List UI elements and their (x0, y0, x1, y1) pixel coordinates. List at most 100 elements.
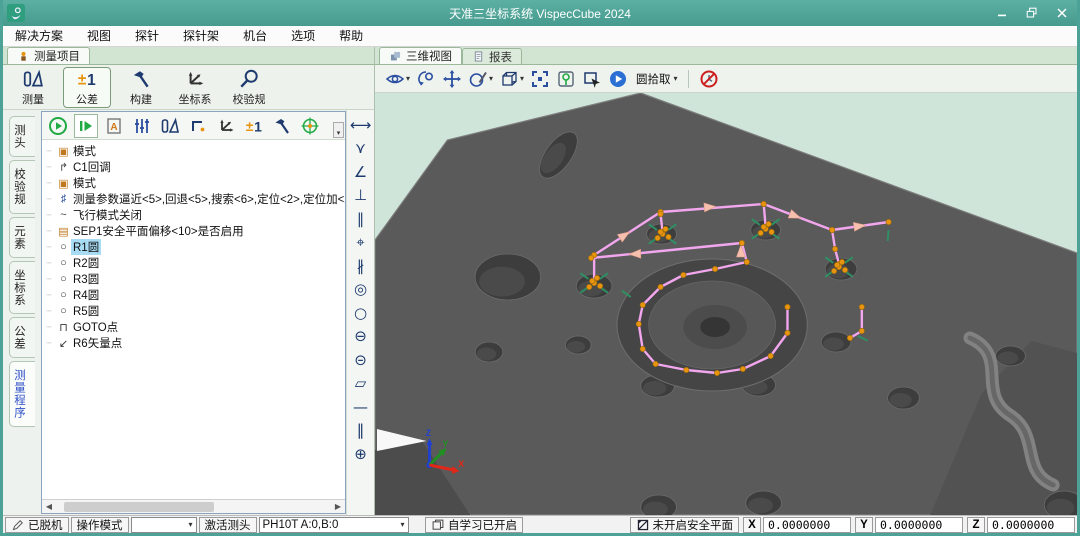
menu-item-4[interactable]: 机台 (231, 26, 279, 47)
fit-view-button[interactable] (528, 67, 552, 91)
view-toolbar: ▾▾▾圆拾取▾ (375, 65, 1077, 93)
menu-item-6[interactable]: 帮助 (327, 26, 375, 47)
gdt-parallelism-button[interactable]: ∥ (350, 207, 372, 231)
tree-item-9[interactable]: ┄○R4圆 (46, 287, 345, 303)
viewport-3d[interactable]: ZYX (375, 93, 1077, 515)
scroll-left-arrow[interactable]: ◀ (42, 500, 56, 513)
chevron-down-icon: ▾ (520, 74, 524, 83)
ribbon-gauge-button[interactable]: 校验规 (225, 67, 273, 108)
ribbon-measure-button[interactable]: 测量 (9, 67, 57, 108)
axis-label-Z: Z (967, 517, 985, 533)
gdt-position-button[interactable]: ⌖ (350, 231, 372, 255)
tree-tool-probe-target-button[interactable] (298, 114, 322, 138)
svg-text:±: ± (246, 118, 254, 134)
tree-item-2[interactable]: ┄▣模式 (46, 175, 345, 191)
tree-item-3[interactable]: ┄♯测量参数逼近<5>,回退<5>,搜索<6>,定位<2>,定位加<2>,测量 (46, 191, 345, 207)
pan-view-icon (582, 69, 602, 89)
tree-item-1[interactable]: ┄↱C1回调 (46, 159, 345, 175)
minimize-button[interactable] (987, 2, 1017, 24)
menu-item-5[interactable]: 选项 (279, 26, 327, 47)
gdt-runout-button[interactable]: ⊝ (350, 348, 372, 372)
gdt-angularity-button[interactable]: ∦ (350, 254, 372, 278)
gdt-flatness-button[interactable]: ▱ (350, 372, 372, 396)
move-cross-button[interactable] (440, 67, 464, 91)
view-tab-0[interactable]: 三维视图 (379, 47, 462, 64)
svg-text:Y: Y (442, 439, 448, 449)
gdt-angle-button[interactable]: ∠ (350, 160, 372, 184)
scrollbar-thumb[interactable] (64, 502, 214, 512)
menu-item-2[interactable]: 探针 (123, 26, 171, 47)
tree-item-8[interactable]: ┄○R3圆 (46, 271, 345, 287)
ribbon-coordsys-button[interactable]: 坐标系 (171, 67, 219, 108)
tab-measure-items[interactable]: 测量项目 (7, 47, 90, 64)
gdt-straightness-button[interactable]: — (350, 395, 372, 419)
ribbon-tolerance-button[interactable]: ±1公差 (63, 67, 111, 108)
tree-tool-measure-button[interactable] (158, 114, 182, 138)
menu-item-1[interactable]: 视图 (75, 26, 123, 47)
tree-item-icon: ▣ (56, 177, 71, 190)
view-eye-button[interactable]: ▾ (383, 67, 412, 91)
tree-item-4[interactable]: ┄~飞行模式关闭 (46, 207, 345, 223)
toolbar-overflow-button[interactable]: ▾ (333, 122, 344, 138)
gdt-toolbar: ⟷⋎∠⊥∥⌖∦◎○⊖⊝▱—‖⊕ (346, 110, 374, 515)
tree-tool-coordsys-button[interactable] (214, 114, 238, 138)
tree-item-12[interactable]: ┄↙R6矢量点 (46, 335, 345, 351)
tree-item-6[interactable]: ┄○R1圆 (46, 239, 345, 255)
tree-item-10[interactable]: ┄○R5圆 (46, 303, 345, 319)
side-tab-3[interactable]: 坐标系 (9, 261, 35, 315)
disable-clock-button[interactable] (697, 67, 721, 91)
horizontal-scrollbar[interactable]: ◀ ▶ (42, 499, 345, 513)
side-tab-5[interactable]: 测量程序 (9, 361, 35, 427)
side-tab-1[interactable]: 校验规 (9, 160, 35, 214)
tree-item-0[interactable]: ┄▣模式 (46, 143, 345, 159)
probe-dropdown[interactable]: PH10T A:0,B:0▾ (259, 517, 409, 533)
circle-pick-button[interactable]: 圆拾取▾ (632, 67, 680, 91)
maximize-button[interactable] (1017, 2, 1047, 24)
tree-tool-build-button[interactable] (270, 114, 294, 138)
chevron-down-icon: ▾ (489, 74, 493, 83)
gdt-concentricity-button[interactable]: ◎ (350, 278, 372, 302)
menu-item-0[interactable]: 解决方案 (3, 26, 75, 47)
gdt-diameter-button[interactable]: ⊖ (350, 325, 372, 349)
tree-item-icon: ○ (56, 257, 71, 269)
tree-tool-step-run-button[interactable] (74, 114, 98, 138)
gdt-perpendicularity-button[interactable]: ⊥ (350, 184, 372, 208)
tree-tool-params-sliders-button[interactable] (130, 114, 154, 138)
chevron-down-icon: ▾ (674, 74, 678, 83)
gdt-angle-between-button[interactable]: ⋎ (350, 137, 372, 161)
tree-item-11[interactable]: ┄⊓GOTO点 (46, 319, 345, 335)
tree-tool-tolerance-button[interactable]: ±1 (242, 114, 266, 138)
tree-tool-goto-corner-button[interactable] (186, 114, 210, 138)
gdt-total-runout-button[interactable]: ⊕ (350, 442, 372, 466)
pin-marker-button[interactable] (554, 67, 578, 91)
side-tab-4[interactable]: 公差 (9, 317, 35, 358)
gdt-roundness-button[interactable]: ○ (350, 301, 372, 325)
pan-view-button[interactable] (580, 67, 604, 91)
viewport-canvas[interactable]: ZYX (375, 93, 1077, 515)
mode-dropdown[interactable]: ▾ (131, 517, 197, 533)
build-icon (130, 68, 152, 90)
cube-view-button[interactable]: ▾ (497, 67, 526, 91)
self-learn-label: 自学习已开启 (448, 517, 517, 533)
close-button[interactable] (1047, 2, 1077, 24)
gdt-symmetry-button[interactable]: ‖ (350, 419, 372, 443)
svg-text:1: 1 (87, 71, 96, 88)
tree-tool-run-button[interactable] (46, 114, 70, 138)
gdt-distance-button[interactable]: ⟷ (350, 113, 372, 137)
tree-item-7[interactable]: ┄○R2圆 (46, 255, 345, 271)
axis-label-X: X (743, 517, 761, 533)
tree-tool-program-doc-button[interactable]: A (102, 114, 126, 138)
tree-item-5[interactable]: ┄▤SEP1安全平面偏移<10>是否启用 (46, 223, 345, 239)
orbit-button[interactable] (414, 67, 438, 91)
safety-plane-indicator: 未开启安全平面 (630, 517, 740, 533)
menu-item-3[interactable]: 探针架 (171, 26, 231, 47)
select-rotate-button[interactable]: ▾ (466, 67, 495, 91)
ribbon-build-button[interactable]: 构建 (117, 67, 165, 108)
svg-text:1: 1 (254, 118, 262, 134)
left-panel: 测量项目 测量±1公差构建坐标系校验规 测头校验规元素坐标系公差测量程序 A±1… (3, 47, 375, 515)
view-tab-1[interactable]: 报表 (462, 48, 522, 64)
scroll-right-arrow[interactable]: ▶ (331, 500, 345, 513)
side-tab-0[interactable]: 测头 (9, 116, 35, 157)
side-tab-2[interactable]: 元素 (9, 217, 35, 258)
play-run-button[interactable] (606, 67, 630, 91)
